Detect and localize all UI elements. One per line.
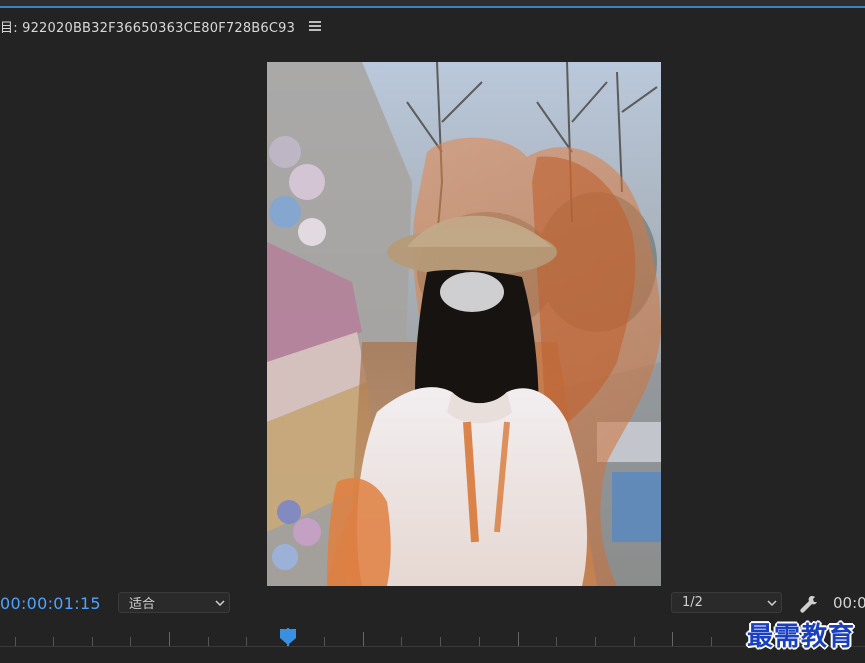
ruler-tick xyxy=(130,637,131,646)
duration-timecode: 00:0 xyxy=(833,594,865,612)
video-frame[interactable] xyxy=(267,62,661,586)
ruler-tick xyxy=(518,632,519,646)
ruler-tick xyxy=(15,637,16,646)
ruler-tick xyxy=(92,637,93,646)
chevron-down-icon xyxy=(763,599,781,606)
panel-top-accent xyxy=(0,0,865,8)
ruler-tick xyxy=(324,637,325,646)
ruler-tick xyxy=(556,637,557,646)
preview-viewport xyxy=(0,44,865,586)
playhead-timecode[interactable]: 00:00:01:15 xyxy=(0,594,101,613)
ruler-tick xyxy=(672,632,673,646)
hamburger-menu-icon[interactable] xyxy=(309,21,322,31)
ruler-tick xyxy=(246,637,247,646)
program-monitor: 目: 922020BB32F36650363CE80F728B6C93 00:0… xyxy=(0,0,865,663)
ruler-tick xyxy=(53,637,54,646)
playback-resolution-select[interactable]: 1/2 xyxy=(671,592,782,613)
watermark-text: 最需教育 xyxy=(746,621,855,652)
ruler-tick xyxy=(440,637,441,646)
wrench-icon[interactable] xyxy=(797,593,819,615)
ruler-tick xyxy=(363,632,364,646)
ruler-tick xyxy=(401,637,402,646)
zoom-level-value: 适合 xyxy=(129,597,156,612)
ruler-baseline xyxy=(0,646,865,647)
ruler-tick xyxy=(208,637,209,646)
zoom-level-select[interactable]: 适合 xyxy=(118,592,230,613)
ruler-tick xyxy=(711,637,712,646)
ruler-tick xyxy=(634,637,635,646)
ruler-tick xyxy=(169,632,170,646)
video-frame-image xyxy=(267,62,661,586)
playback-resolution-value: 1/2 xyxy=(682,595,703,610)
timeline-ruler[interactable] xyxy=(0,622,865,663)
panel-title[interactable]: 目: 922020BB32F36650363CE80F728B6C93 xyxy=(0,17,295,36)
ruler-tick xyxy=(479,637,480,646)
playhead-marker-icon[interactable] xyxy=(278,628,298,646)
monitor-controls-bar: 00:00:01:15 适合 1/2 00:0 xyxy=(0,586,865,622)
panel-header: 目: 922020BB32F36650363CE80F728B6C93 xyxy=(0,8,865,44)
chevron-down-icon xyxy=(211,599,229,606)
ruler-tick xyxy=(595,637,596,646)
